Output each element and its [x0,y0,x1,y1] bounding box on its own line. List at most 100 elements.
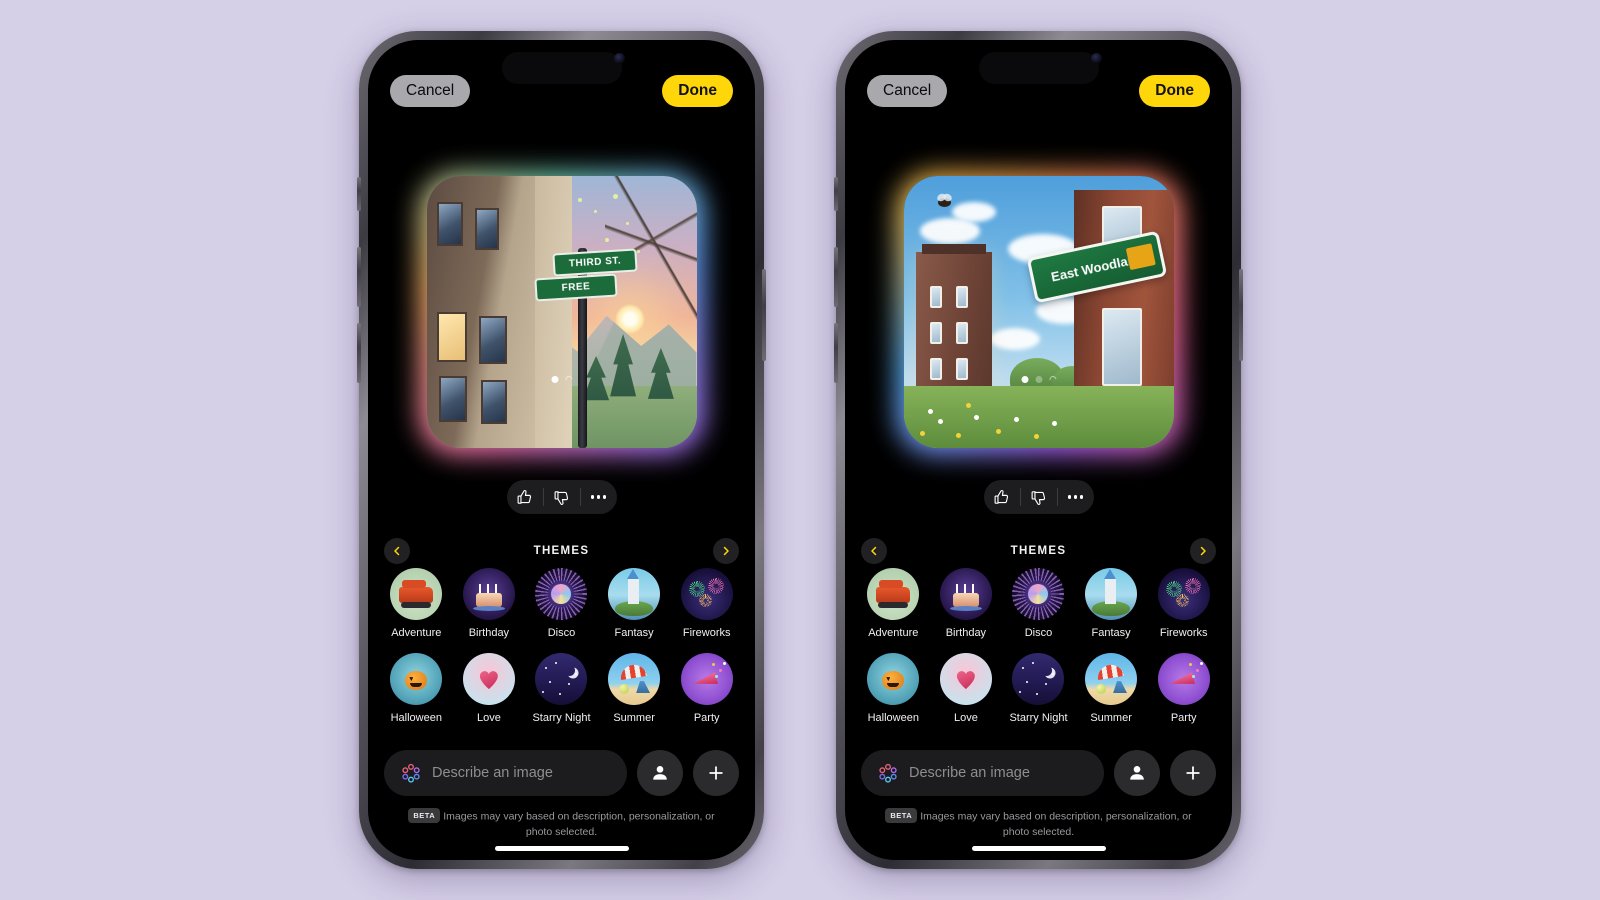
more-options-button[interactable] [1058,480,1094,514]
scene-street-sign-sunset: THIRD ST. FREE [426,176,697,448]
theme-item-halloween[interactable]: Halloween [857,653,930,724]
halloween-pumpkin-icon [390,653,443,706]
theme-label: Adventure [868,627,919,639]
fireworks-icon [1157,568,1210,620]
page-dot-loading [1047,374,1058,385]
starry-night-icon [535,653,588,706]
theme-label: Disco [1024,627,1053,639]
home-indicator[interactable] [494,846,629,851]
add-button[interactable] [693,750,739,796]
cancel-button[interactable]: Cancel [867,75,948,107]
theme-item-adventure[interactable]: Adventure [857,568,930,639]
themes-header-right: THEMES [845,534,1232,568]
action-button[interactable] [834,177,838,211]
volume-down-button[interactable] [834,323,838,383]
disclaimer-right: BETA Images may vary based on description… [845,808,1232,841]
theme-label: Starry Night [1009,712,1068,725]
theme-item-adventure[interactable]: Adventure [380,568,453,639]
page-dots-right[interactable] [1021,374,1058,385]
theme-item-disco[interactable]: Disco [525,568,598,639]
theme-label: Halloween [390,712,442,725]
theme-label: Party [1170,712,1197,725]
chevron-left-icon [871,546,877,556]
theme-label: Fantasy [614,627,654,639]
power-button[interactable] [762,269,766,361]
person-button[interactable] [1114,750,1160,796]
theme-item-starry-night[interactable]: Starry Night [1002,653,1075,724]
adventure-jeep-icon [867,568,920,620]
person-icon [653,766,667,780]
birthday-cake-icon [462,568,515,620]
describe-image-input[interactable]: Describe an image [861,750,1104,796]
page-dot-loading [563,374,574,385]
theme-label: Disco [547,627,576,639]
love-heart-icon [462,653,515,706]
theme-item-birthday[interactable]: Birthday [453,568,526,639]
theme-item-fantasy[interactable]: Fantasy [1075,568,1148,639]
beta-badge: BETA [885,808,918,824]
thumbs-down-button[interactable] [544,480,580,514]
starry-night-icon [1012,653,1065,706]
themes-next-button[interactable] [1189,538,1216,564]
theme-label: Fantasy [1091,627,1131,639]
input-bar-right: Describe an image [845,750,1232,796]
themes-grid-right: Adventure Birthday Disco Fantasy Firewor… [845,568,1232,724]
theme-item-love[interactable]: Love [453,653,526,724]
screenshot-stage: Cancel Done THIRD ST. FREE THEMES Advent… [0,0,1600,900]
theme-item-halloween[interactable]: Halloween [380,653,453,724]
phone-device-left: Cancel Done THIRD ST. FREE THEMES Advent… [357,31,766,869]
thumbs-up-button[interactable] [507,480,543,514]
theme-item-party[interactable]: Party [670,653,743,724]
disco-ball-icon [535,568,588,620]
themes-prev-button[interactable] [384,538,410,564]
theme-label: Birthday [945,627,987,639]
image-canvas-right: East Woodland [845,128,1232,478]
themes-prev-button[interactable] [861,538,887,564]
describe-image-input[interactable]: Describe an image [384,750,627,796]
theme-item-disco[interactable]: Disco [1002,568,1075,639]
theme-item-fireworks[interactable]: Fireworks [1147,568,1220,639]
person-icon [1130,766,1144,780]
theme-item-birthday[interactable]: Birthday [930,568,1003,639]
person-button[interactable] [637,750,683,796]
top-bar-left: Cancel Done [368,40,755,116]
disclaimer-text: Images may vary based on description, pe… [920,810,1192,839]
home-indicator[interactable] [971,846,1106,851]
adventure-jeep-icon [390,568,443,620]
power-button[interactable] [1239,269,1243,361]
fantasy-castle-icon [608,568,661,620]
theme-item-summer[interactable]: Summer [1075,653,1148,724]
theme-label: Adventure [391,627,442,639]
action-button[interactable] [357,177,361,211]
page-dots-left[interactable] [551,374,574,385]
thumbs-up-icon [994,489,1009,504]
generated-image-left[interactable]: THIRD ST. FREE [426,176,697,448]
birthday-cake-icon [939,568,992,620]
phone-device-right: Cancel Done East Woodland THEMES Adventu… [834,31,1243,869]
describe-image-placeholder: Describe an image [432,765,553,781]
volume-up-button[interactable] [357,247,361,307]
theme-item-love[interactable]: Love [930,653,1003,724]
volume-down-button[interactable] [357,323,361,383]
input-bar-left: Describe an image [368,750,755,796]
theme-item-starry-night[interactable]: Starry Night [525,653,598,724]
more-options-button[interactable] [581,480,617,514]
theme-item-fantasy[interactable]: Fantasy [598,568,671,639]
theme-item-summer[interactable]: Summer [598,653,671,724]
theme-label: Halloween [867,712,919,725]
generated-image-right[interactable]: East Woodland [903,176,1174,448]
describe-image-placeholder: Describe an image [909,765,1030,781]
cancel-button[interactable]: Cancel [390,75,471,107]
theme-item-fireworks[interactable]: Fireworks [670,568,743,639]
chevron-left-icon [394,546,400,556]
thumbs-down-button[interactable] [1021,480,1057,514]
done-button[interactable]: Done [1139,75,1210,107]
done-button[interactable]: Done [662,75,733,107]
volume-up-button[interactable] [834,247,838,307]
thumbs-up-button[interactable] [984,480,1020,514]
theme-item-party[interactable]: Party [1147,653,1220,724]
scene-brick-building-meadow: East Woodland [903,176,1174,448]
themes-next-button[interactable] [712,538,739,564]
chevron-right-icon [1200,546,1206,556]
add-button[interactable] [1170,750,1216,796]
